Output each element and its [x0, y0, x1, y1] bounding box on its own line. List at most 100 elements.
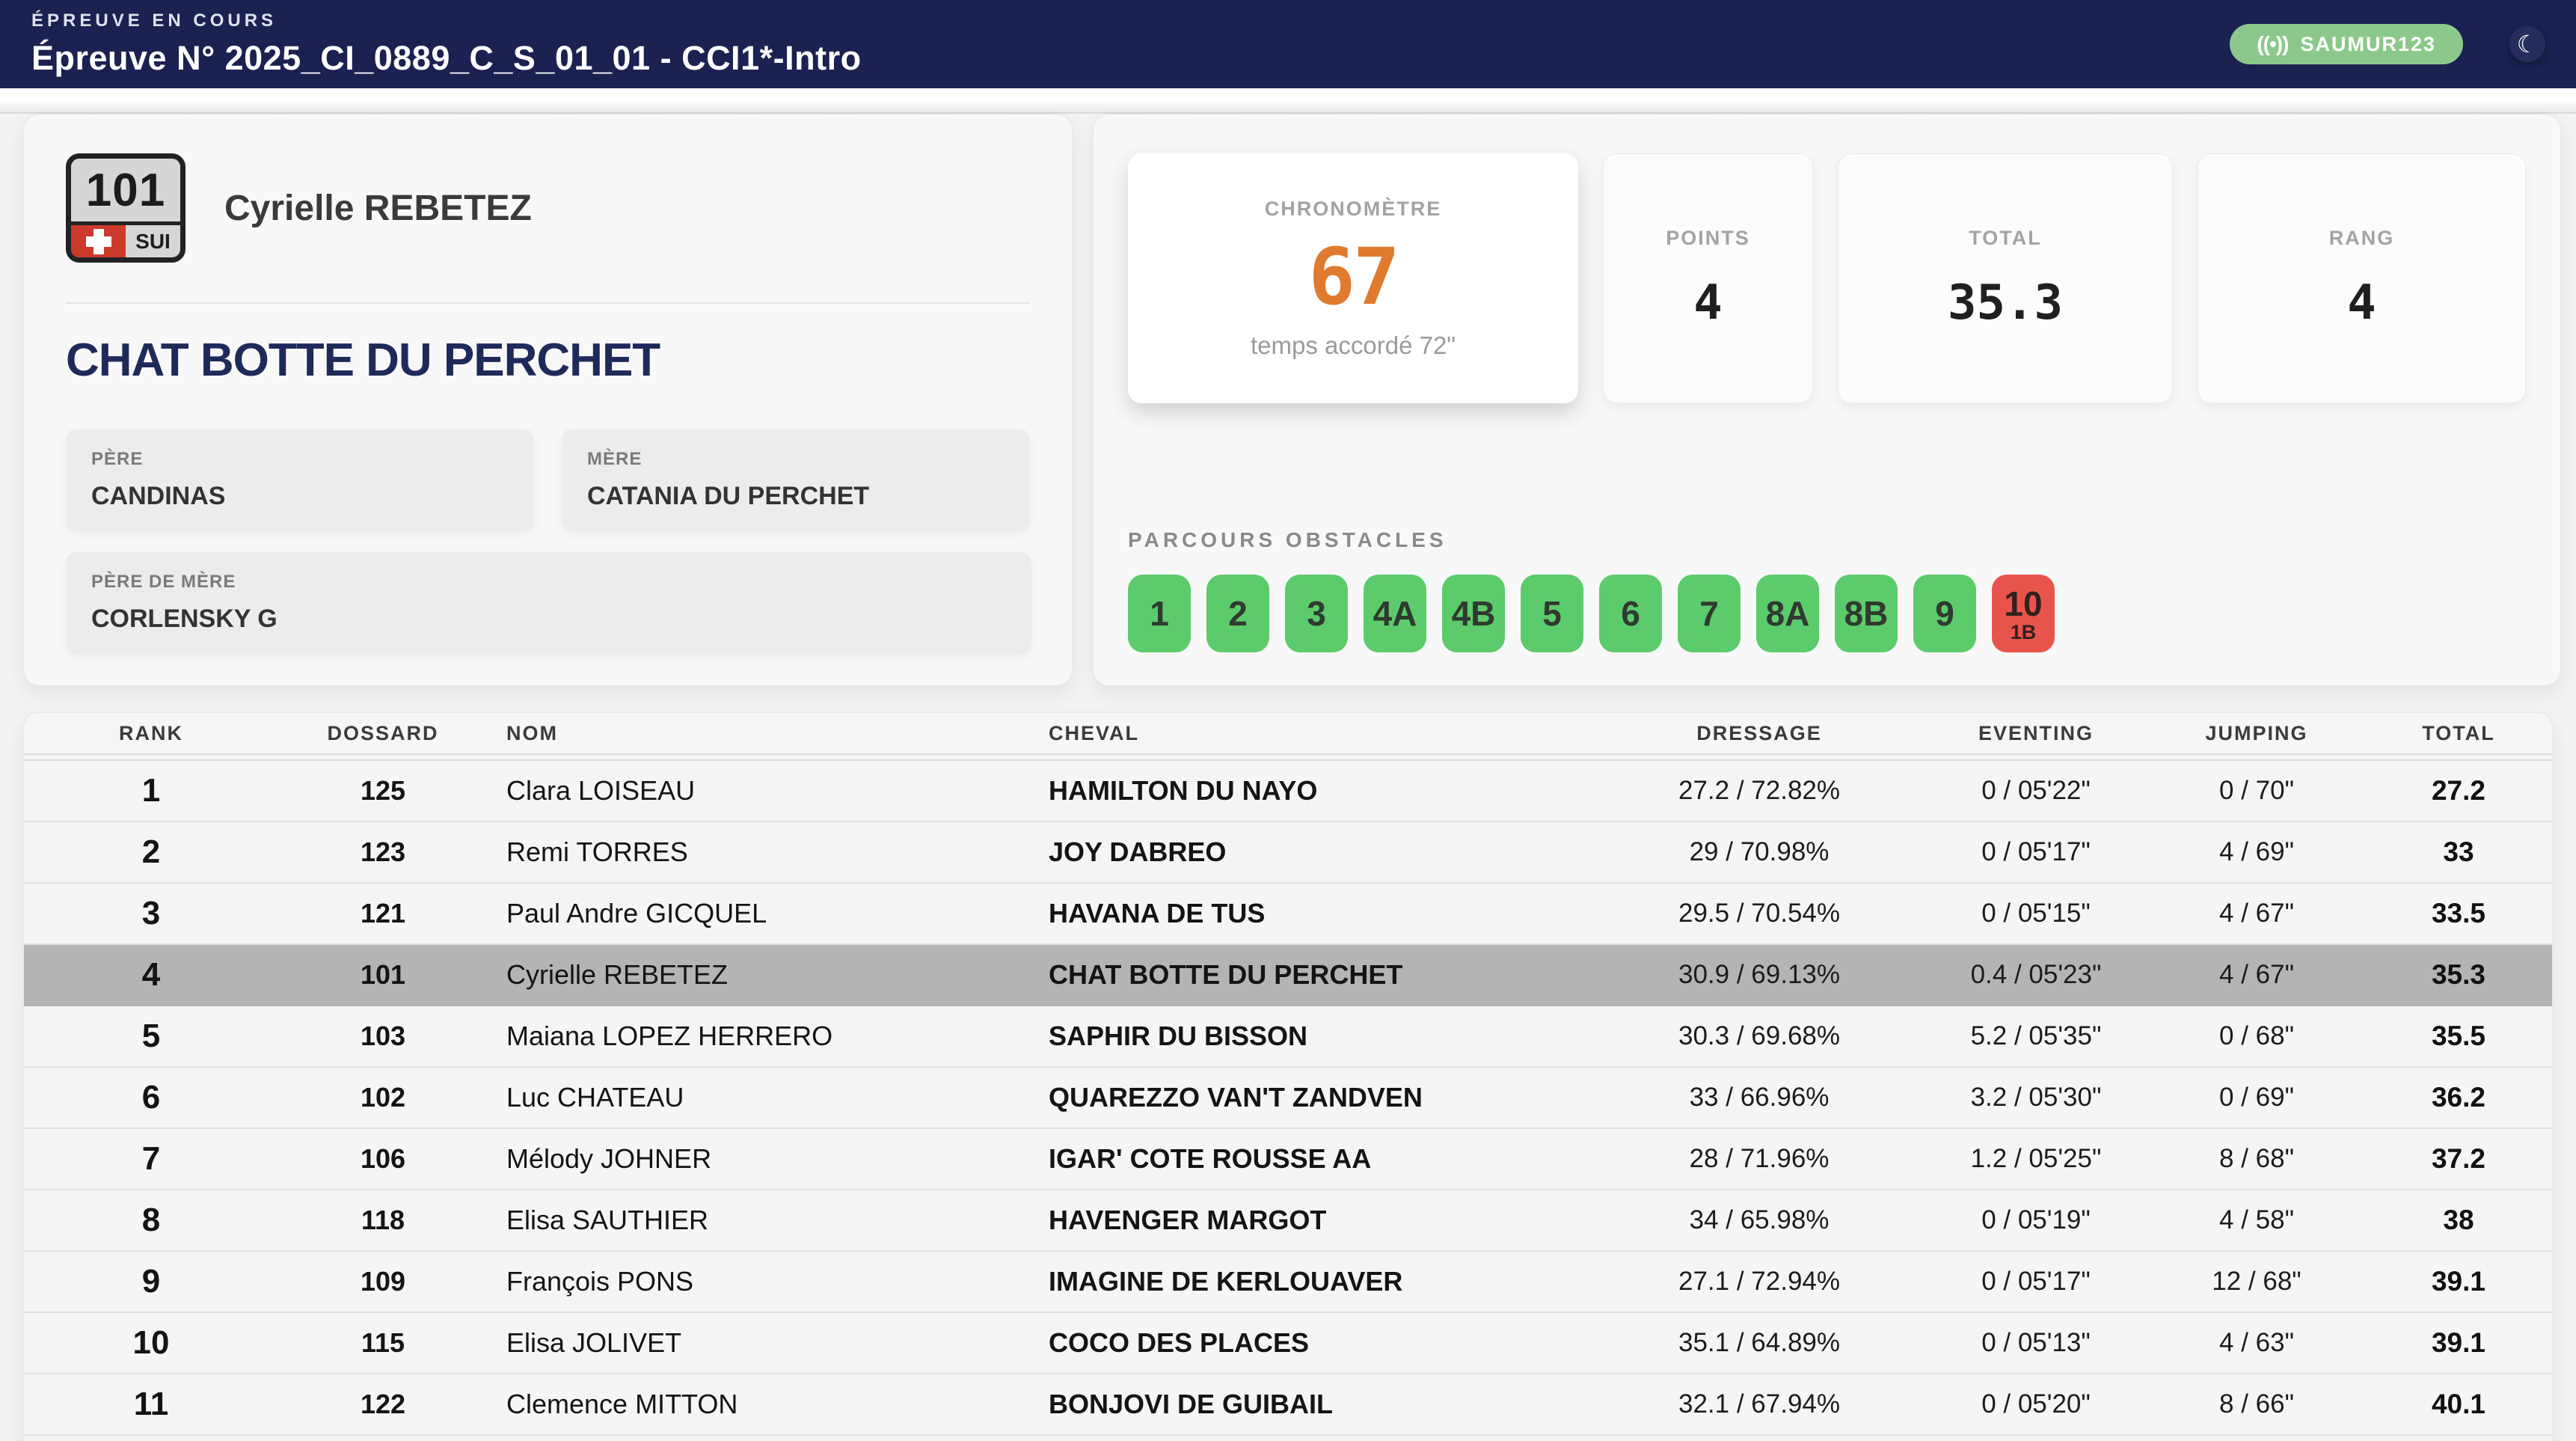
- cell-rank: 3: [24, 895, 278, 932]
- table-row-rank-10[interactable]: 10115Elisa JOLIVETCOCO DES PLACES35.1 / …: [24, 1313, 2552, 1374]
- obstacles-section-label: PARCOURS OBSTACLES: [1128, 528, 2526, 552]
- obstacle-badge-3[interactable]: 3: [1285, 575, 1348, 652]
- column-header-nom: NOM: [488, 722, 1026, 745]
- obstacle-badge-6[interactable]: 6: [1599, 575, 1662, 652]
- column-header-dossard: DOSSARD: [278, 722, 488, 745]
- moon-icon: ☾: [2517, 30, 2539, 58]
- rank-card: RANG 4: [2198, 153, 2526, 403]
- cell-total: 39.1: [2365, 1266, 2552, 1297]
- cell-nom: Elisa JOLIVET: [488, 1327, 1026, 1359]
- column-header-jumping: JUMPING: [2148, 722, 2365, 745]
- table-row-rank-1[interactable]: 1125Clara LOISEAUHAMILTON DU NAYO27.2 / …: [24, 761, 2552, 822]
- points-value: 4: [1693, 275, 1723, 331]
- rider-name: Cyrielle REBETEZ: [224, 188, 532, 229]
- obstacle-badge-9[interactable]: 9: [1913, 575, 1976, 652]
- navbar-controls: ((•)) SAUMUR123 ☾: [2230, 0, 2545, 88]
- cell-cheval: HAVENGER MARGOT: [1026, 1205, 1595, 1236]
- obstacle-badge-4b[interactable]: 4B: [1442, 575, 1505, 652]
- obstacle-number: 4A: [1373, 593, 1417, 634]
- table-row-rank-6[interactable]: 6102Luc CHATEAUQUAREZZO VAN'T ZANDVEN33 …: [24, 1068, 2552, 1129]
- cell-dressage: 27.2 / 72.82%: [1595, 776, 1924, 806]
- cell-jumping: 4 / 67": [2148, 960, 2365, 990]
- cell-total: 39.1: [2365, 1327, 2552, 1359]
- cell-nom: Remi TORRES: [488, 836, 1026, 868]
- rank-value: 4: [2347, 275, 2376, 331]
- table-row-rank-9[interactable]: 9109François PONSIMAGINE DE KERLOUAVER27…: [24, 1252, 2552, 1313]
- rank-label: RANG: [2329, 227, 2395, 250]
- obstacle-number: 8B: [1844, 593, 1889, 634]
- cell-eventing: 1.2 / 05'25": [1924, 1144, 2148, 1174]
- broadcast-channel-label: SAUMUR123: [2300, 33, 2436, 56]
- obstacle-number: 1: [1150, 593, 1169, 634]
- obstacle-badge-10[interactable]: 101B: [1992, 575, 2055, 652]
- chronometer-card: CHRONOMÈTRE 67 temps accordé 72": [1128, 153, 1578, 403]
- cell-dressage: 30.3 / 69.68%: [1595, 1021, 1924, 1051]
- table-row-rank-2[interactable]: 2123Remi TORRESJOY DABREO29 / 70.98%0 / …: [24, 822, 2552, 884]
- cell-eventing: 0 / 05'22": [1924, 776, 2148, 806]
- table-row-rank-11[interactable]: 11122Clemence MITTONBONJOVI DE GUIBAIL32…: [24, 1374, 2552, 1436]
- obstacle-sub-label: 1B: [2011, 621, 2037, 644]
- cell-nom: Luc CHATEAU: [488, 1082, 1026, 1113]
- cell-dressage: 28 / 71.96%: [1595, 1144, 1924, 1174]
- cell-eventing: 0.4 / 05'23": [1924, 960, 2148, 990]
- obstacle-badge-5[interactable]: 5: [1521, 575, 1583, 652]
- cell-dossard: 123: [278, 836, 488, 868]
- total-label: TOTAL: [1969, 227, 2042, 250]
- results-table-body: 1125Clara LOISEAUHAMILTON DU NAYO27.2 / …: [24, 759, 2552, 1441]
- obstacle-badge-7[interactable]: 7: [1678, 575, 1741, 652]
- cell-cheval: BONJOVI DE GUIBAIL: [1026, 1389, 1595, 1420]
- cell-cheval: HAVANA DE TUS: [1026, 898, 1595, 929]
- obstacle-badge-2[interactable]: 2: [1206, 575, 1269, 652]
- cell-dossard: 106: [278, 1143, 488, 1175]
- cell-eventing: 0 / 05'15": [1924, 899, 2148, 928]
- obstacle-number: 2: [1228, 593, 1248, 634]
- cell-cheval: IMAGINE DE KERLOUAVER: [1026, 1266, 1595, 1297]
- cell-nom: Clemence MITTON: [488, 1389, 1026, 1420]
- dark-mode-toggle[interactable]: ☾: [2509, 26, 2545, 62]
- top-navbar: ÉPREUVE EN COURS Épreuve N° 2025_CI_0889…: [0, 0, 2576, 88]
- cell-rank: 9: [24, 1263, 278, 1300]
- obstacle-badge-8b[interactable]: 8B: [1835, 575, 1898, 652]
- obstacle-number: 5: [1542, 593, 1562, 634]
- pedigree-damsire-box: PÈRE DE MÈRE CORLENSKY G: [66, 552, 1031, 654]
- cell-jumping: 0 / 70": [2148, 776, 2365, 806]
- points-card: POINTS 4: [1603, 153, 1813, 403]
- cell-dossard: 115: [278, 1327, 488, 1359]
- cell-cheval: COCO DES PLACES: [1026, 1327, 1595, 1359]
- table-row-rank-5[interactable]: 5103Maiana LOPEZ HERREROSAPHIR DU BISSON…: [24, 1006, 2552, 1068]
- cell-eventing: 0 / 05'13": [1924, 1328, 2148, 1358]
- cell-dressage: 35.1 / 64.89%: [1595, 1328, 1924, 1358]
- column-header-eventing: EVENTING: [1924, 722, 2148, 745]
- obstacle-badge-4a[interactable]: 4A: [1364, 575, 1426, 652]
- cell-nom: Mélody JOHNER: [488, 1143, 1026, 1175]
- table-row-rank-7[interactable]: 7106Mélody JOHNERIGAR' COTE ROUSSE AA28 …: [24, 1129, 2552, 1190]
- cell-eventing: 3.2 / 05'30": [1924, 1083, 2148, 1113]
- cell-jumping: 0 / 68": [2148, 1021, 2365, 1051]
- table-row-partial: [24, 1436, 2552, 1441]
- cell-eventing: 0 / 05'17": [1924, 837, 2148, 867]
- cell-dressage: 29 / 70.98%: [1595, 837, 1924, 867]
- cell-rank: 8: [24, 1202, 278, 1239]
- cell-total: 33.5: [2365, 898, 2552, 929]
- pedigree-label: MÈRE: [587, 449, 1005, 470]
- column-header-cheval: CHEVAL: [1026, 722, 1595, 745]
- cell-rank: 6: [24, 1079, 278, 1116]
- obstacle-badge-1[interactable]: 1: [1128, 575, 1191, 652]
- cell-rank: 7: [24, 1140, 278, 1178]
- cell-jumping: 0 / 69": [2148, 1083, 2365, 1113]
- cell-jumping: 4 / 58": [2148, 1205, 2365, 1235]
- obstacle-badge-8a[interactable]: 8A: [1756, 575, 1819, 652]
- table-row-rank-8[interactable]: 8118Elisa SAUTHIERHAVENGER MARGOT34 / 65…: [24, 1190, 2552, 1252]
- cell-rank: 2: [24, 833, 278, 871]
- cell-eventing: 0 / 05'20": [1924, 1389, 2148, 1419]
- table-row-rank-4[interactable]: 4101Cyrielle REBETEZCHAT BOTTE DU PERCHE…: [24, 945, 2552, 1006]
- cell-total: 37.2: [2365, 1143, 2552, 1175]
- broadcast-channel-button[interactable]: ((•)) SAUMUR123: [2230, 24, 2463, 64]
- event-status-label: ÉPREUVE EN COURS: [31, 10, 2576, 31]
- cell-cheval: IGAR' COTE ROUSSE AA: [1026, 1143, 1595, 1175]
- points-label: POINTS: [1666, 227, 1750, 250]
- results-table-header: RANKDOSSARDNOMCHEVALDRESSAGEEVENTINGJUMP…: [24, 713, 2552, 755]
- cell-total: 35.5: [2365, 1021, 2552, 1052]
- cell-eventing: 5.2 / 05'35": [1924, 1021, 2148, 1051]
- table-row-rank-3[interactable]: 3121Paul Andre GICQUELHAVANA DE TUS29.5 …: [24, 884, 2552, 945]
